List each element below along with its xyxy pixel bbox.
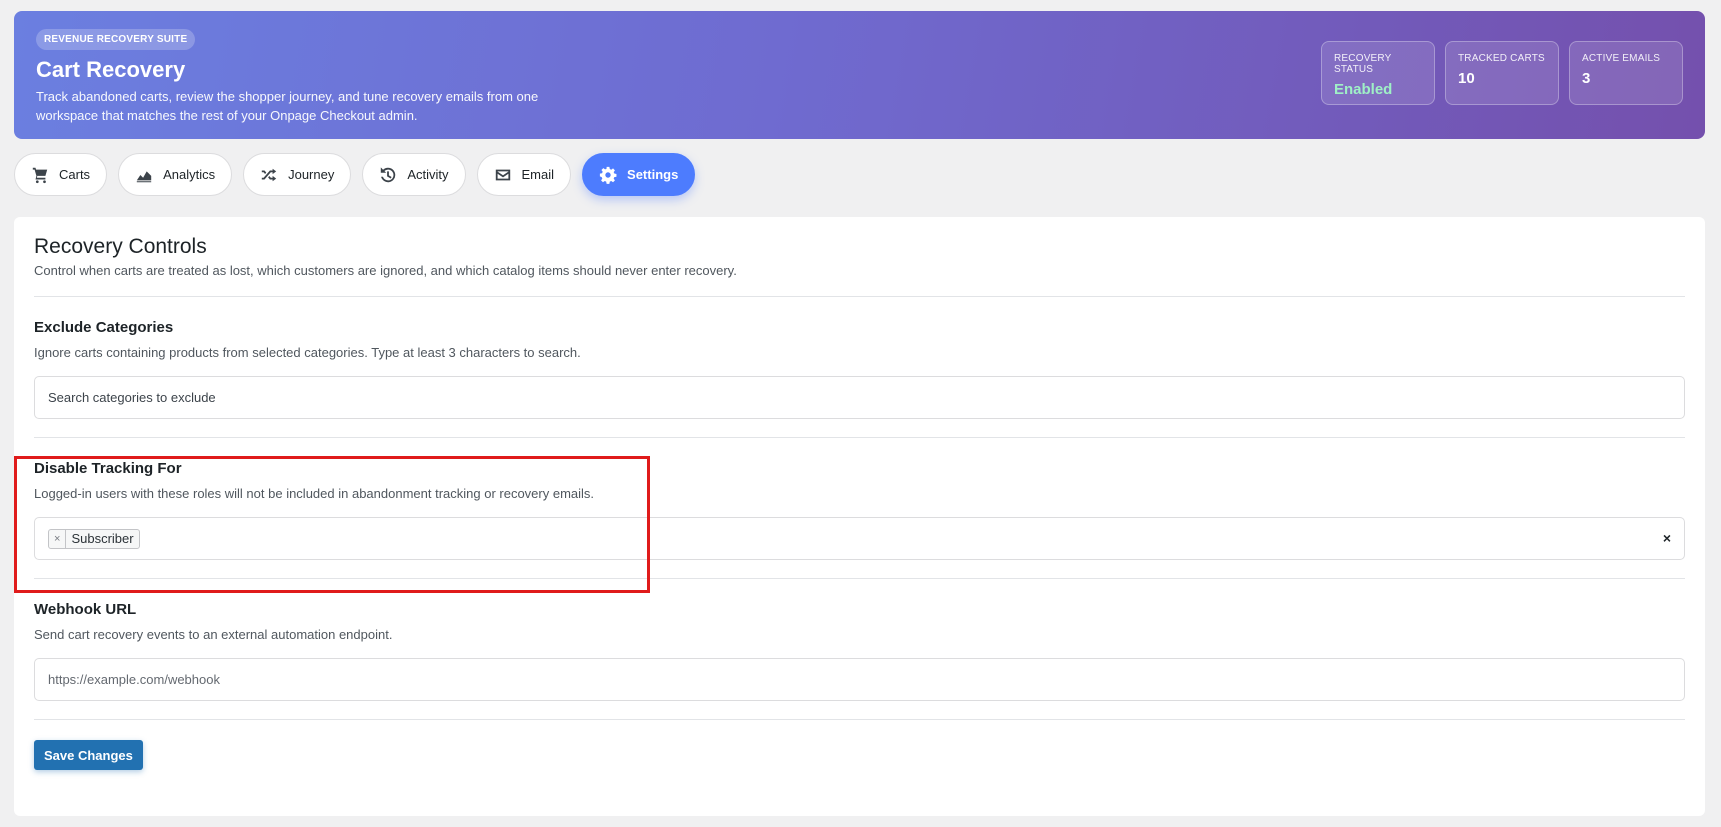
category-search-input[interactable]: Search categories to exclude xyxy=(34,376,1685,419)
shuffle-icon xyxy=(261,168,277,181)
panel-title: Recovery Controls xyxy=(34,235,207,258)
save-changes-button[interactable]: Save Changes xyxy=(34,740,143,770)
tab-label: Carts xyxy=(59,167,91,182)
tab-label: Settings xyxy=(627,167,679,182)
gear-icon xyxy=(599,166,617,184)
tab-activity[interactable]: Activity xyxy=(362,153,466,196)
stat-value: 3 xyxy=(1582,70,1591,87)
tab-carts[interactable]: Carts xyxy=(14,153,108,196)
webhook-url-input[interactable]: https://example.com/webhook xyxy=(34,658,1685,701)
panel-subtitle: Control when carts are treated as lost, … xyxy=(34,263,737,278)
section-label: Disable Tracking For xyxy=(34,460,182,477)
mail-icon xyxy=(495,169,510,180)
chip-remove-icon[interactable]: × xyxy=(49,529,67,548)
tab-label: Analytics xyxy=(163,167,216,182)
stat-value: 10 xyxy=(1458,70,1475,87)
suite-badge: REVENUE RECOVERY SUITE xyxy=(36,29,196,50)
exclude-categories-section: Exclude Categories Ignore carts containi… xyxy=(34,297,1685,419)
tab-settings[interactable]: Settings xyxy=(582,153,696,196)
section-help: Logged-in users with these roles will no… xyxy=(34,486,595,501)
disable-tracking-section: Disable Tracking For Logged-in users wit… xyxy=(34,438,1685,560)
webhook-section: Webhook URL Send cart recovery events to… xyxy=(34,579,1685,701)
cart-icon xyxy=(32,167,48,183)
tab-analytics[interactable]: Analytics xyxy=(118,153,233,196)
hero-header: REVENUE RECOVERY SUITE Cart Recovery Tra… xyxy=(14,11,1705,139)
role-select-input[interactable]: × Subscriber × xyxy=(34,517,1685,560)
section-label: Webhook URL xyxy=(34,601,137,618)
input-placeholder: Search categories to exclude xyxy=(48,390,216,405)
clear-all-icon[interactable]: × xyxy=(1663,530,1671,546)
section-help: Ignore carts containing products from se… xyxy=(34,345,581,360)
chip-label: Subscriber xyxy=(71,531,134,546)
section-help: Send cart recovery events to an external… xyxy=(34,627,393,642)
tab-journey[interactable]: Journey xyxy=(243,153,352,196)
page-description: Track abandoned carts, review the shoppe… xyxy=(36,89,539,123)
stat-label: TRACKED CARTS xyxy=(1458,53,1545,64)
section-label: Exclude Categories xyxy=(34,319,174,336)
stat-recovery-status: RECOVERY STATUS Enabled xyxy=(1321,41,1435,105)
stats-group: RECOVERY STATUS Enabled TRACKED CARTS 10… xyxy=(1321,41,1683,105)
history-icon xyxy=(381,166,396,182)
tab-label: Activity xyxy=(407,167,449,182)
tab-label: Email xyxy=(521,167,555,182)
tab-bar: Carts Analytics Journey Activity Email S… xyxy=(14,153,696,196)
stat-value: Enabled xyxy=(1334,81,1393,98)
input-placeholder: https://example.com/webhook xyxy=(48,672,220,687)
stat-label: RECOVERY STATUS xyxy=(1334,53,1392,75)
role-chip: × Subscriber xyxy=(48,528,140,549)
stat-active-emails: ACTIVE EMAILS 3 xyxy=(1569,41,1683,105)
stat-tracked-carts: TRACKED CARTS 10 xyxy=(1445,41,1559,105)
tab-label: Journey xyxy=(288,167,335,182)
tab-email[interactable]: Email xyxy=(476,153,572,196)
settings-panel: Recovery Controls Control when carts are… xyxy=(14,217,1705,816)
stat-label: ACTIVE EMAILS xyxy=(1582,53,1661,64)
chart-icon xyxy=(136,170,152,182)
divider xyxy=(34,719,1685,720)
